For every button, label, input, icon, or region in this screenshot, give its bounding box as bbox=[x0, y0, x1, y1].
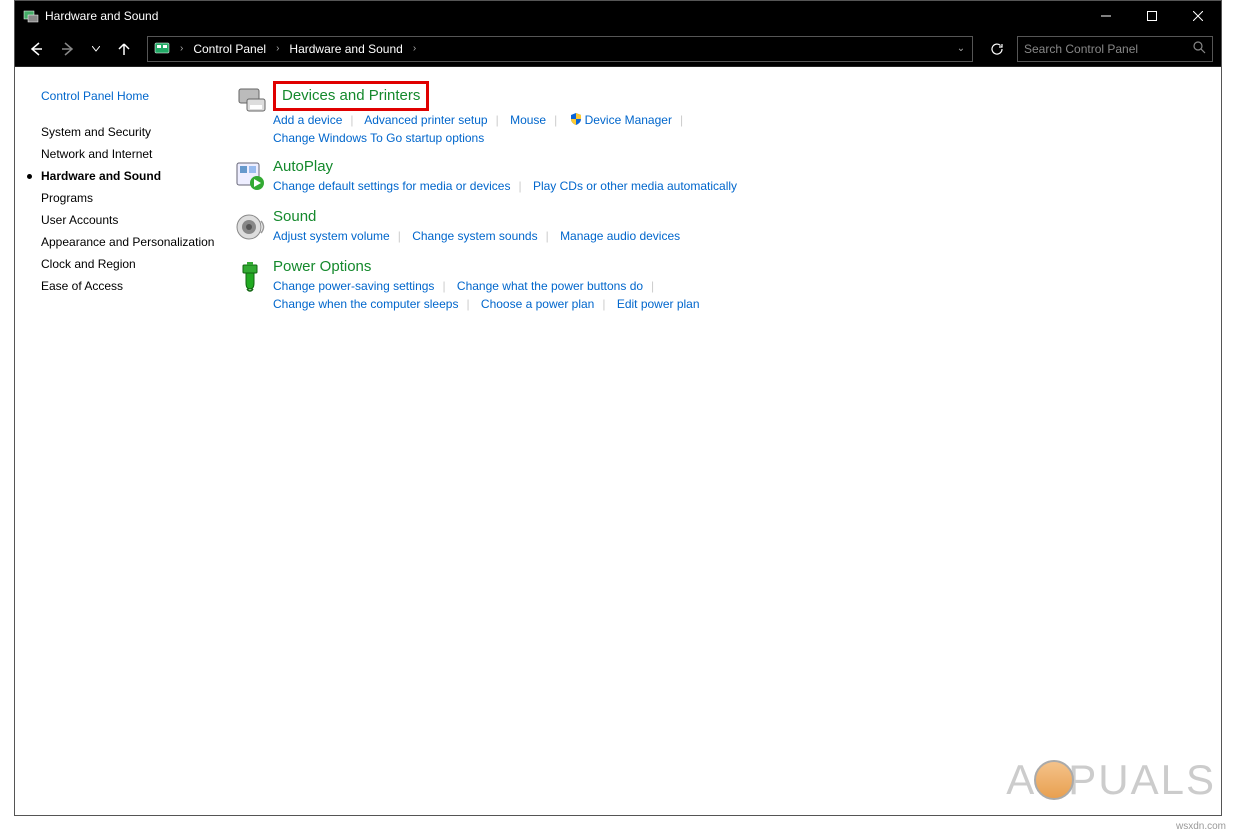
breadcrumb-item[interactable]: Hardware and Sound bbox=[287, 42, 404, 56]
autoplay-icon bbox=[229, 157, 273, 197]
task-link[interactable]: Manage audio devices bbox=[560, 229, 680, 243]
back-button[interactable] bbox=[23, 36, 49, 62]
category-links: Add a device| Advanced printer setup| Mo… bbox=[273, 111, 1201, 147]
task-link[interactable]: Device Manager bbox=[585, 113, 672, 127]
power-options-icon bbox=[229, 257, 273, 297]
category-heading[interactable]: Power Options bbox=[273, 258, 371, 275]
breadcrumb-dropdown[interactable]: ⌄ bbox=[950, 43, 972, 54]
titlebar: Hardware and Sound bbox=[15, 1, 1221, 31]
sidebar-item-system-security[interactable]: System and Security bbox=[41, 121, 215, 143]
task-link[interactable]: Mouse bbox=[510, 113, 546, 127]
task-link[interactable]: Change Windows To Go startup options bbox=[273, 131, 484, 145]
sidebar-home-link[interactable]: Control Panel Home bbox=[41, 85, 215, 107]
shield-icon bbox=[569, 112, 583, 126]
window: Hardware and Sound › Control Panel bbox=[14, 0, 1222, 816]
category-heading[interactable]: Devices and Printers bbox=[273, 81, 429, 111]
sidebar-item-user-accounts[interactable]: User Accounts bbox=[41, 209, 215, 231]
task-link[interactable]: Change what the power buttons do bbox=[457, 279, 643, 293]
forward-button[interactable] bbox=[55, 36, 81, 62]
control-panel-icon bbox=[152, 39, 172, 59]
breadcrumb[interactable]: › Control Panel › Hardware and Sound › ⌄ bbox=[147, 36, 973, 62]
category-heading[interactable]: AutoPlay bbox=[273, 158, 333, 175]
navbar: › Control Panel › Hardware and Sound › ⌄ bbox=[15, 31, 1221, 67]
category-autoplay: AutoPlay Change default settings for med… bbox=[229, 157, 1201, 197]
sidebar-item-appearance[interactable]: Appearance and Personalization bbox=[41, 231, 215, 253]
breadcrumb-item[interactable]: Control Panel bbox=[191, 42, 268, 56]
category-links: Change power-saving settings| Change wha… bbox=[273, 277, 1201, 313]
sidebar-item-hardware-sound[interactable]: Hardware and Sound bbox=[41, 165, 215, 187]
task-link[interactable]: Advanced printer setup bbox=[364, 113, 487, 127]
search-icon bbox=[1192, 40, 1206, 57]
devices-printers-icon bbox=[229, 81, 273, 121]
sidebar-item-programs[interactable]: Programs bbox=[41, 187, 215, 209]
window-title: Hardware and Sound bbox=[45, 1, 1083, 31]
sidebar: Control Panel Home System and Security N… bbox=[15, 67, 225, 815]
category-links: Adjust system volume| Change system soun… bbox=[273, 227, 1201, 245]
recent-dropdown[interactable] bbox=[87, 36, 105, 62]
window-icon bbox=[23, 8, 39, 24]
up-button[interactable] bbox=[111, 36, 137, 62]
task-link[interactable]: Play CDs or other media automatically bbox=[533, 179, 737, 193]
category-heading[interactable]: Sound bbox=[273, 208, 316, 225]
close-button[interactable] bbox=[1175, 1, 1221, 31]
minimize-button[interactable] bbox=[1083, 1, 1129, 31]
sound-icon bbox=[229, 207, 273, 247]
task-link[interactable]: Change system sounds bbox=[412, 229, 537, 243]
category-devices-printers: Devices and Printers Add a device| Advan… bbox=[229, 81, 1201, 147]
breadcrumb-sep: › bbox=[176, 43, 187, 54]
task-link[interactable]: Add a device bbox=[273, 113, 342, 127]
source-attribution: wsxdn.com bbox=[1176, 821, 1226, 832]
content-body: Control Panel Home System and Security N… bbox=[15, 67, 1221, 815]
content-area: Devices and Printers Add a device| Advan… bbox=[225, 67, 1221, 815]
task-link[interactable]: Edit power plan bbox=[617, 297, 700, 311]
breadcrumb-sep: › bbox=[409, 43, 420, 54]
task-link[interactable]: Choose a power plan bbox=[481, 297, 594, 311]
category-power-options: Power Options Change power-saving settin… bbox=[229, 257, 1201, 313]
search-input[interactable] bbox=[1024, 42, 1192, 56]
category-links: Change default settings for media or dev… bbox=[273, 177, 1201, 195]
refresh-button[interactable] bbox=[983, 36, 1011, 62]
breadcrumb-sep: › bbox=[272, 43, 283, 54]
task-link[interactable]: Change power-saving settings bbox=[273, 279, 434, 293]
sidebar-item-network[interactable]: Network and Internet bbox=[41, 143, 215, 165]
search-box[interactable] bbox=[1017, 36, 1213, 62]
sidebar-item-ease-of-access[interactable]: Ease of Access bbox=[41, 275, 215, 297]
category-sound: Sound Adjust system volume| Change syste… bbox=[229, 207, 1201, 247]
task-link[interactable]: Change when the computer sleeps bbox=[273, 297, 458, 311]
maximize-button[interactable] bbox=[1129, 1, 1175, 31]
task-link[interactable]: Adjust system volume bbox=[273, 229, 390, 243]
sidebar-item-clock-region[interactable]: Clock and Region bbox=[41, 253, 215, 275]
task-link[interactable]: Change default settings for media or dev… bbox=[273, 179, 510, 193]
